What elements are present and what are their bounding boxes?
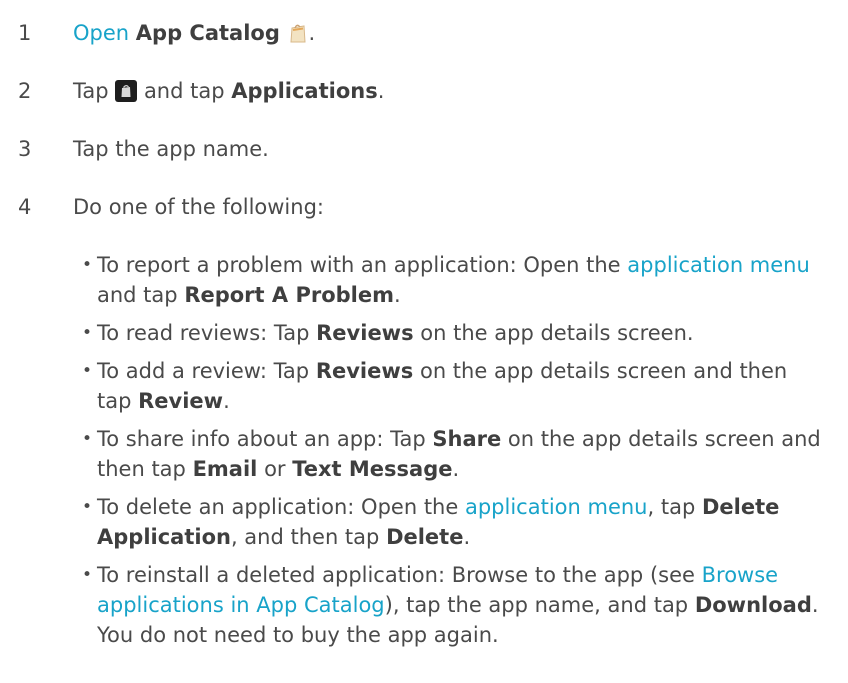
list-item: • To reinstall a deleted application: Br…: [82, 560, 822, 650]
list-item: • To report a problem with an applicatio…: [82, 250, 822, 310]
step-text: Tap the app name.: [73, 137, 269, 161]
bullet: •: [82, 255, 93, 275]
list-item: • To share info about an app: Tap Share …: [82, 424, 822, 484]
bullet: •: [82, 323, 93, 343]
step-text: Open App Catalog .: [73, 18, 315, 52]
open-link[interactable]: Open: [73, 21, 129, 45]
step-number: 1: [18, 21, 32, 45]
app-catalog-bag-icon: [287, 22, 309, 52]
options-list: • To report a problem with an applicatio…: [82, 250, 822, 658]
application-menu-link[interactable]: application menu: [465, 495, 648, 519]
bullet: •: [82, 497, 93, 517]
bullet: •: [82, 361, 93, 381]
step-number: 4: [18, 195, 32, 219]
application-menu-link[interactable]: application menu: [627, 253, 810, 277]
step-text: Do one of the following:: [73, 195, 324, 219]
list-item: • To add a review: Tap Reviews on the ap…: [82, 356, 822, 416]
app-catalog-menu-icon[interactable]: [115, 80, 138, 110]
bullet: •: [82, 429, 93, 449]
bullet: •: [82, 565, 93, 585]
step-text: Tap and tap Applications.: [73, 76, 384, 110]
step-number: 3: [18, 137, 32, 161]
list-item: • To delete an application: Open the app…: [82, 492, 822, 552]
list-item: • To read reviews: Tap Reviews on the ap…: [82, 318, 822, 348]
applications-label: Applications: [231, 79, 378, 103]
app-catalog-label: App Catalog: [135, 21, 280, 45]
step-number: 2: [18, 79, 32, 103]
